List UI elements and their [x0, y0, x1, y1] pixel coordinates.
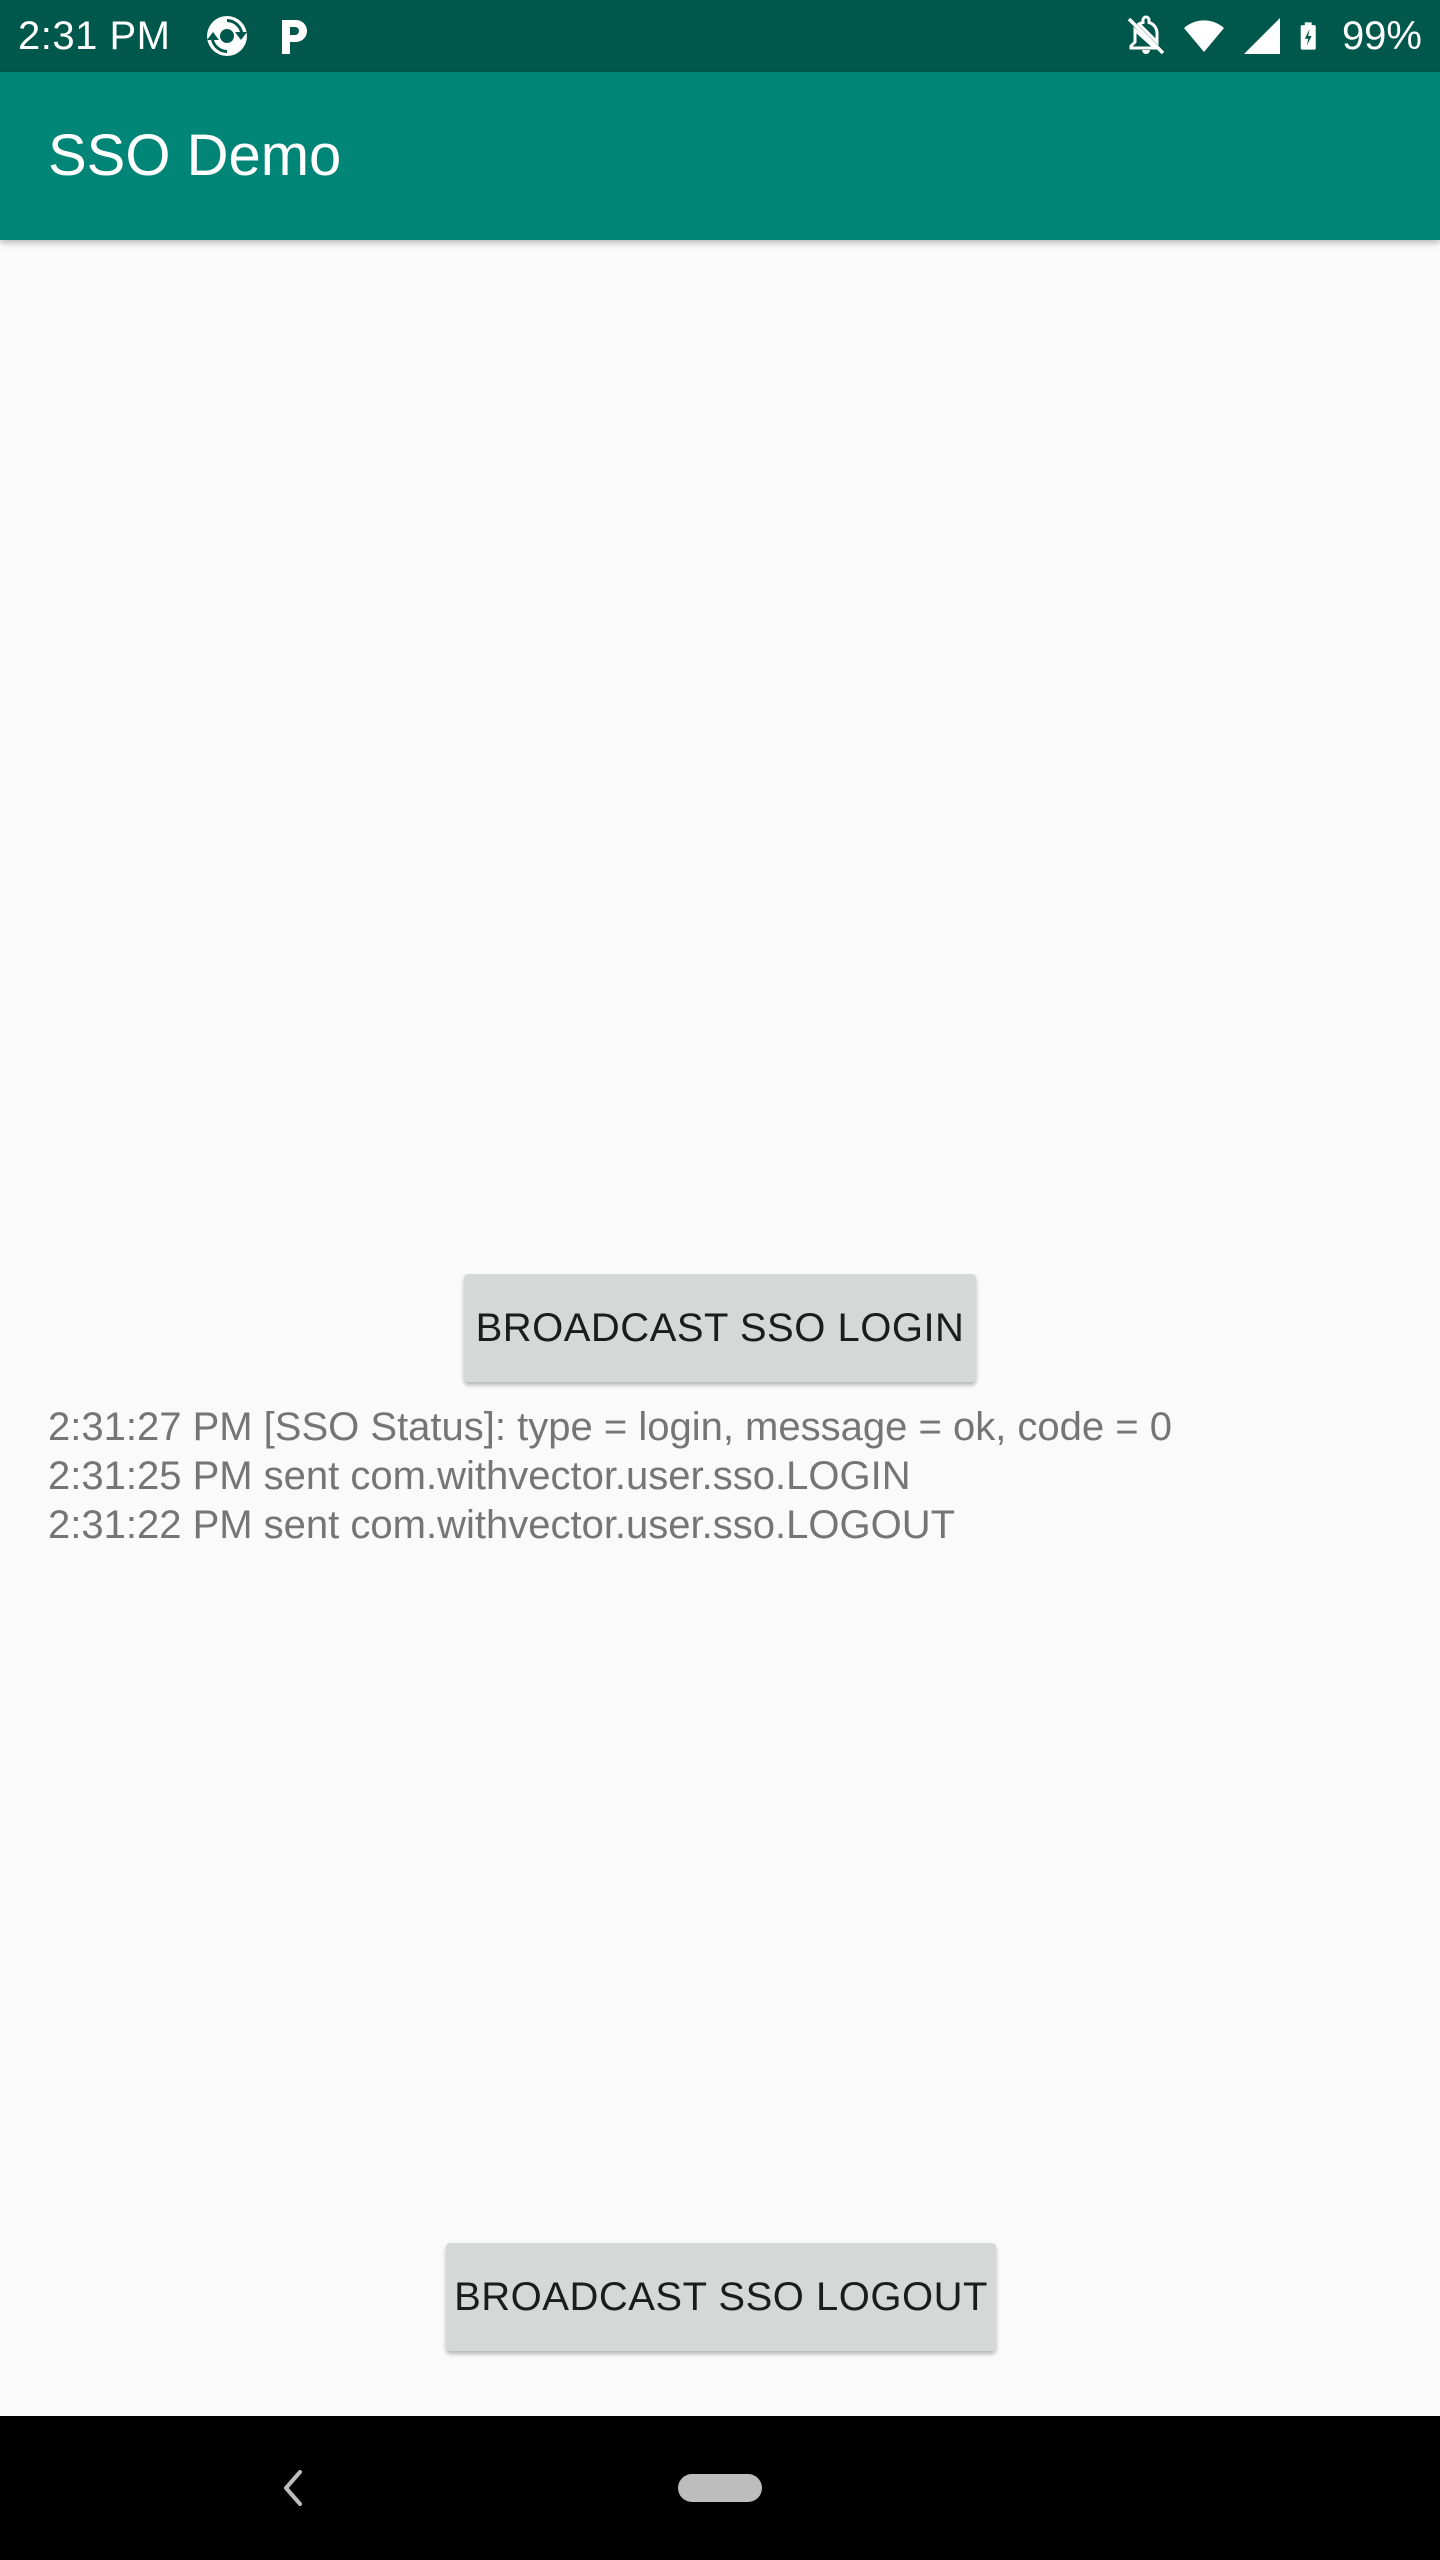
notifications-off-icon: [1127, 15, 1165, 55]
log-entry: 2:31:27 PM [SSO Status]: type = login, m…: [48, 1405, 1172, 1449]
status-icons: 99%: [1124, 12, 1422, 60]
battery-percent: 99%: [1341, 14, 1422, 58]
log-entry: 2:31:25 PM sent com.withvector.user.sso.…: [48, 1454, 911, 1498]
broadcast-sso-logout-button[interactable]: BROADCAST SSO LOGOUT: [446, 2243, 996, 2351]
wifi-icon: [1183, 20, 1224, 52]
sync-icon: [207, 16, 247, 56]
parking-icon: [282, 20, 307, 54]
app-title: SSO Demo: [48, 123, 342, 188]
status-bar: 2:31 PM 99%: [0, 0, 1440, 72]
log-list: 2:31:27 PM [SSO Status]: type = login, m…: [48, 1403, 1388, 1550]
navigation-bar: [0, 2416, 1440, 2560]
battery-charging-icon: [1300, 22, 1316, 50]
home-pill-icon[interactable]: [678, 2474, 762, 2502]
broadcast-sso-login-button[interactable]: BROADCAST SSO LOGIN: [464, 1274, 976, 1382]
status-time: 2:31 PM: [18, 14, 171, 58]
cell-signal-icon: [1243, 18, 1280, 54]
back-icon[interactable]: [272, 2462, 312, 2514]
app-bar: SSO Demo: [0, 72, 1440, 240]
log-entry: 2:31:22 PM sent com.withvector.user.sso.…: [48, 1503, 956, 1547]
